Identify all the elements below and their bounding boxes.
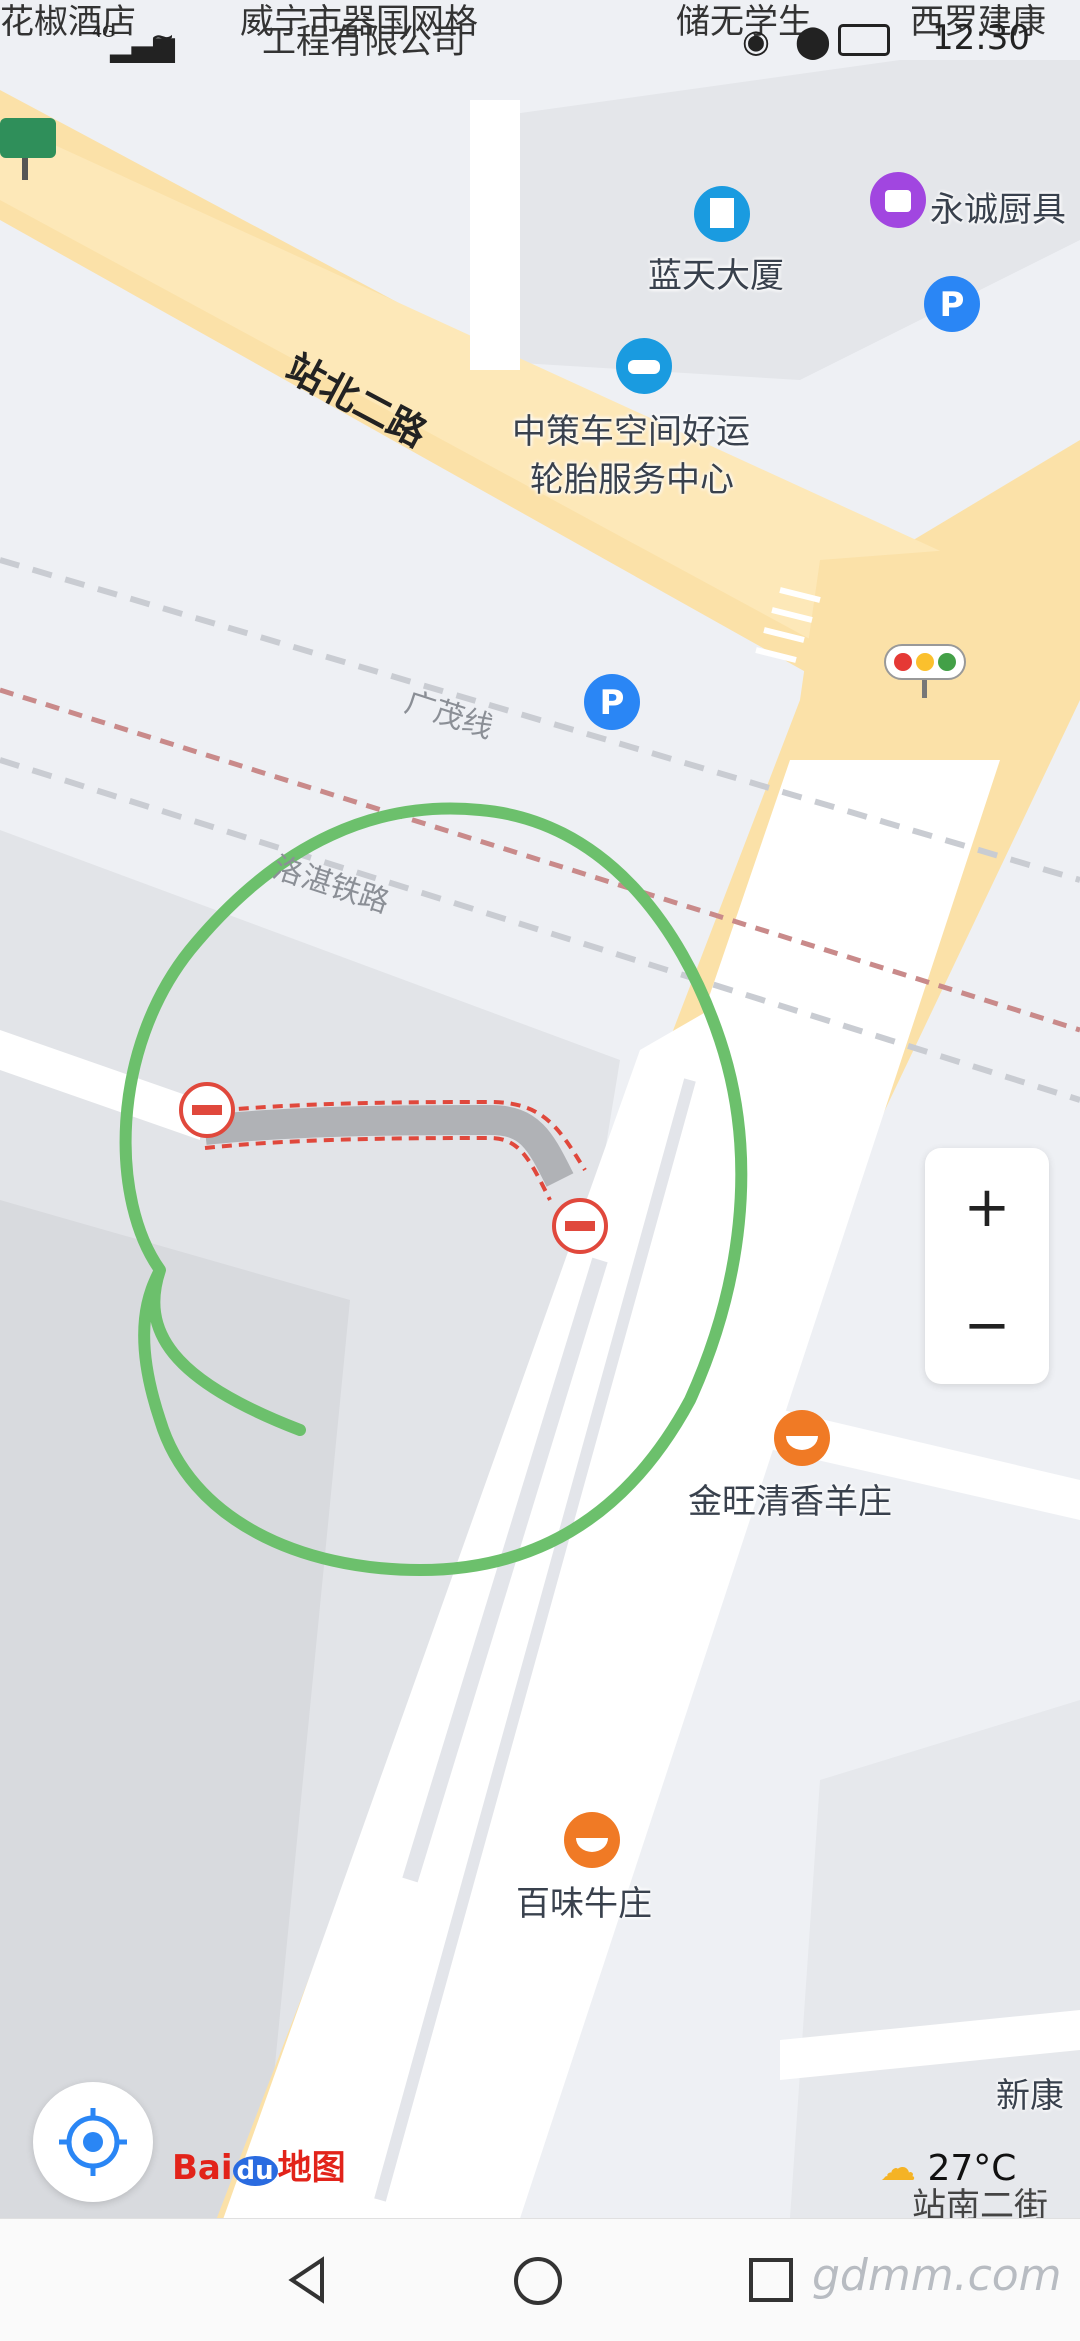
parking-icon[interactable]: P	[924, 276, 980, 332]
svg-text:P: P	[940, 285, 965, 325]
eye-icon: ◉	[742, 22, 770, 60]
location-icon: ⬤	[795, 22, 831, 60]
watermark: gdmm.com	[812, 2250, 1062, 2301]
poi-label[interactable]: 金旺清香羊庄	[688, 1474, 892, 1523]
poi-label[interactable]: 蓝天大厦	[648, 248, 784, 297]
food-bowl-icon	[564, 1812, 620, 1868]
logo-map: 地图	[277, 2148, 346, 2188]
recents-icon[interactable]	[746, 2255, 796, 2305]
no-entry-icon	[179, 1082, 235, 1138]
crosshair-icon	[59, 2108, 127, 2176]
poi-label[interactable]: 百味牛庄	[516, 1876, 652, 1925]
wifi-icon: ≋	[150, 26, 176, 61]
weather-widget[interactable]: ☁ 27°C	[880, 2148, 1016, 2189]
status-bar: 花椒酒店 威宁市器国网格 工程有限公司 储无学生 西罗建康 4G ▂▄▆ ≋ ◉…	[0, 0, 1080, 80]
poi-label[interactable]: 永诚厨具	[930, 182, 1066, 231]
shopping-bag-icon	[870, 172, 926, 228]
no-entry-icon	[552, 1198, 608, 1254]
status-time: 12:30	[932, 18, 1030, 58]
back-icon[interactable]	[282, 2255, 332, 2305]
logo-du: du	[232, 2156, 278, 2186]
cloud-sun-icon: ☁	[880, 2148, 916, 2189]
poi-label[interactable]: 轮胎服务中心	[530, 452, 734, 501]
building-icon	[694, 186, 750, 242]
map-canvas[interactable]: P P	[0, 0, 1080, 2340]
poi-label[interactable]: 中策车空间好运	[512, 404, 750, 453]
locate-button[interactable]	[33, 2082, 153, 2202]
map-label-fragment: 工程有限公司	[262, 22, 466, 62]
battery-icon	[838, 24, 890, 56]
logo-bai: Bai	[172, 2148, 233, 2188]
poi-label[interactable]: 新康	[996, 2068, 1064, 2117]
zoom-out-button[interactable]: −	[925, 1266, 1049, 1384]
baidu-map-logo: Bai du 地图	[172, 2140, 346, 2189]
zoom-in-button[interactable]: +	[925, 1148, 1049, 1266]
zoom-controls: + −	[925, 1148, 1049, 1384]
parking-icon[interactable]: P	[584, 674, 640, 730]
food-bowl-icon	[774, 1410, 830, 1466]
svg-text:P: P	[600, 683, 625, 723]
temperature: 27°C	[927, 2148, 1017, 2189]
car-icon	[616, 338, 672, 394]
home-icon[interactable]	[512, 2255, 564, 2307]
